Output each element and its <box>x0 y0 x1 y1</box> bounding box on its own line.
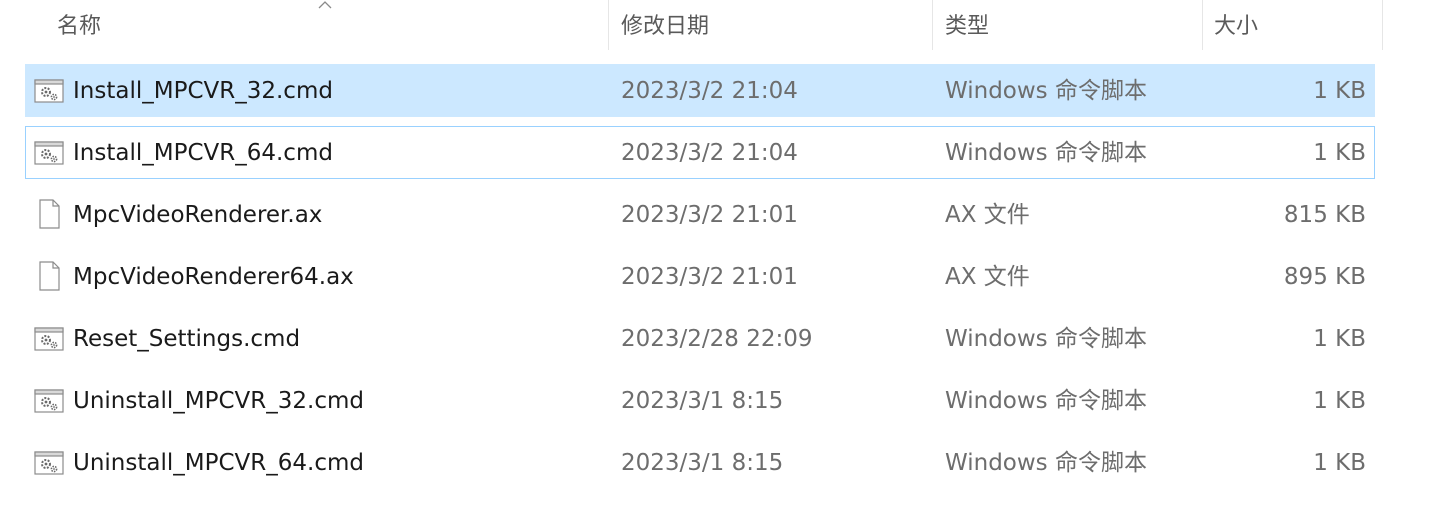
file-modified-date: 2023/3/2 21:04 <box>621 78 798 104</box>
file-size: 1 KB <box>1313 140 1366 166</box>
file-name: MpcVideoRenderer.ax <box>73 202 323 228</box>
file-type: Windows 命令脚本 <box>945 388 1147 414</box>
column-header-type[interactable]: 类型 <box>933 0 1202 52</box>
file-size: 1 KB <box>1313 450 1366 476</box>
file-modified-date: 2023/3/2 21:01 <box>621 202 798 228</box>
file-name: Install_MPCVR_64.cmd <box>73 140 333 166</box>
file-modified-date: 2023/3/1 8:15 <box>621 388 784 414</box>
file-type: AX 文件 <box>945 202 1030 228</box>
column-header-name[interactable]: 名称 <box>0 0 608 52</box>
blank-file-icon <box>34 261 64 291</box>
file-row[interactable]: Install_MPCVR_32.cmd 2023/3/2 21:04 Window… <box>25 64 1375 117</box>
file-size: 895 KB <box>1283 264 1366 290</box>
file-row[interactable]: Uninstall_MPCVR_32.cmd 2023/3/1 8:15 Windo… <box>25 374 1375 427</box>
cmd-script-icon <box>34 388 64 414</box>
file-size: 1 KB <box>1313 326 1366 352</box>
file-row[interactable]: Uninstall_MPCVR_64.cmd 2023/3/1 8:15 Windo… <box>25 436 1375 489</box>
file-row[interactable]: MpcVideoRenderer64.ax 2023/3/2 21:01 AX 文件… <box>25 250 1375 303</box>
cmd-script-icon <box>34 140 64 166</box>
file-name: Install_MPCVR_32.cmd <box>73 78 333 104</box>
file-modified-date: 2023/2/28 22:09 <box>621 326 813 352</box>
file-modified-date: 2023/3/2 21:01 <box>621 264 798 290</box>
blank-file-icon <box>34 199 64 229</box>
file-type: Windows 命令脚本 <box>945 326 1147 352</box>
cmd-script-icon <box>34 326 64 352</box>
file-size: 1 KB <box>1313 388 1366 414</box>
column-header: 名称 修改日期 类型 大小 <box>0 0 1433 52</box>
file-type: Windows 命令脚本 <box>945 140 1147 166</box>
file-name: MpcVideoRenderer64.ax <box>73 264 354 290</box>
file-name: Reset_Settings.cmd <box>73 326 301 352</box>
file-modified-date: 2023/3/2 21:04 <box>621 140 798 166</box>
column-divider[interactable] <box>1382 0 1383 50</box>
cmd-script-icon <box>34 78 64 104</box>
file-row[interactable]: Install_MPCVR_64.cmd 2023/3/2 21:04 Window… <box>25 126 1375 179</box>
file-name: Uninstall_MPCVR_32.cmd <box>73 388 364 414</box>
file-name: Uninstall_MPCVR_64.cmd <box>73 450 364 476</box>
column-header-date[interactable]: 修改日期 <box>609 0 932 52</box>
cmd-script-icon <box>34 450 64 476</box>
file-modified-date: 2023/3/1 8:15 <box>621 450 784 476</box>
file-type: AX 文件 <box>945 264 1030 290</box>
file-size: 1 KB <box>1313 78 1366 104</box>
column-header-size[interactable]: 大小 <box>1203 0 1382 52</box>
file-type: Windows 命令脚本 <box>945 450 1147 476</box>
file-row[interactable]: Reset_Settings.cmd 2023/2/28 22:09 Windows… <box>25 312 1375 365</box>
file-type: Windows 命令脚本 <box>945 78 1147 104</box>
file-size: 815 KB <box>1283 202 1366 228</box>
file-row[interactable]: MpcVideoRenderer.ax 2023/3/2 21:01 AX 文件 81… <box>25 188 1375 241</box>
file-list-view: 名称 修改日期 类型 大小 Install_MPCVR_32.cmd 2023/3… <box>0 0 1433 529</box>
